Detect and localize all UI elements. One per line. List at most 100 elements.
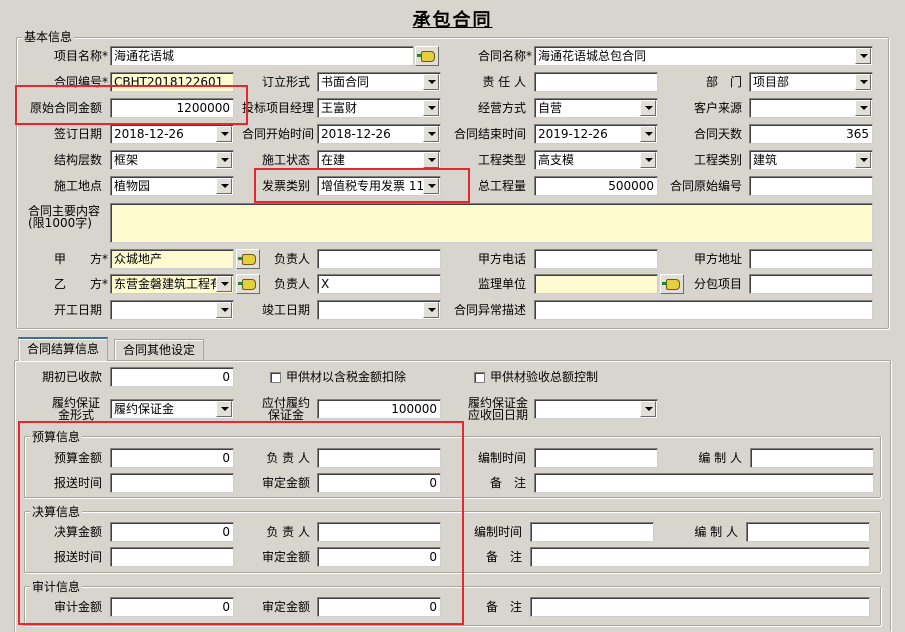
subcontract-label: 分包项目 — [693, 277, 742, 291]
guarantee-date-select[interactable] — [534, 399, 658, 419]
budget-note-field[interactable] — [534, 473, 874, 493]
chevron-down-icon[interactable] — [216, 178, 232, 194]
days-field[interactable]: 365 — [749, 124, 873, 144]
acceptance-control-label: 甲供材验收总额控制 — [490, 370, 599, 384]
chevron-down-icon[interactable] — [640, 126, 656, 142]
final-send-field[interactable] — [110, 547, 234, 567]
final-time-field[interactable] — [530, 522, 654, 542]
party-a-field[interactable]: 众城地产 — [110, 249, 234, 269]
project-type-value: 高支模 — [538, 153, 575, 167]
sign-date-select[interactable]: 2018-12-26 — [110, 124, 234, 144]
anomaly-label: 合同异常描述 — [453, 303, 526, 317]
chevron-down-icon[interactable] — [216, 126, 232, 142]
audit-note-field[interactable] — [530, 597, 870, 617]
audit-approved-field[interactable]: 0 — [317, 597, 441, 617]
customer-source-select[interactable] — [749, 98, 873, 118]
subcontract-field[interactable] — [749, 274, 873, 294]
chevron-down-icon[interactable] — [640, 100, 656, 116]
end-date-select[interactable]: 2019-12-26 — [534, 124, 658, 144]
main-content-textarea[interactable] — [110, 203, 873, 243]
guarantee-form-select[interactable]: 履约保证金 — [110, 399, 234, 419]
a-address-field[interactable] — [749, 249, 873, 269]
chevron-down-icon[interactable] — [423, 100, 439, 116]
budget-time-field[interactable] — [534, 448, 658, 468]
department-select[interactable]: 项目部 — [749, 72, 873, 92]
chevron-down-icon[interactable] — [423, 178, 439, 194]
chevron-down-icon[interactable] — [423, 74, 439, 90]
party-a-picker-button[interactable] — [236, 249, 260, 269]
structure-label: 结构层数 — [53, 153, 102, 167]
chevron-down-icon[interactable] — [423, 302, 439, 318]
construction-status-select[interactable]: 在建 — [317, 150, 441, 170]
chevron-down-icon[interactable] — [855, 152, 871, 168]
budget-resp-field[interactable] — [317, 448, 441, 468]
chevron-down-icon[interactable] — [216, 302, 232, 318]
audit-amount-field[interactable]: 0 — [110, 597, 234, 617]
budget-amount-field[interactable]: 0 — [110, 448, 234, 468]
final-editor-field[interactable] — [746, 522, 870, 542]
chevron-down-icon[interactable] — [855, 74, 871, 90]
project-name-field[interactable]: 海通花语城 — [110, 46, 414, 66]
budget-send-field[interactable] — [110, 473, 234, 493]
structure-select[interactable]: 框架 — [110, 150, 234, 170]
finish-date-select[interactable] — [317, 300, 441, 320]
final-amount-field[interactable]: 0 — [110, 522, 234, 542]
budget-editor-field[interactable] — [750, 448, 874, 468]
initial-received-field[interactable]: 0 — [110, 367, 234, 387]
contract-name-select[interactable]: 海通花语城总包合同 — [534, 46, 873, 66]
bid-manager-select[interactable]: 王富财 — [317, 98, 441, 118]
supervisor-label: 监理单位 — [477, 277, 526, 291]
party-b-select[interactable]: 东营金磐建筑工程有 — [110, 274, 234, 294]
responsible-field[interactable] — [534, 72, 658, 92]
invoice-type-select[interactable]: 增值税专用发票 11% — [317, 176, 441, 196]
orig-amount-field[interactable]: 1200000 — [110, 98, 234, 118]
party-b-picker-button[interactable] — [236, 274, 260, 294]
orig-no-field[interactable] — [749, 176, 873, 196]
a-responsible-field[interactable] — [317, 249, 441, 269]
final-approved-label: 审定金额 — [261, 550, 310, 564]
operation-mode-select[interactable]: 自营 — [534, 98, 658, 118]
open-date-select[interactable] — [110, 300, 234, 320]
chevron-down-icon[interactable] — [423, 126, 439, 142]
chevron-down-icon[interactable] — [423, 152, 439, 168]
project-type-select[interactable]: 高支模 — [534, 150, 658, 170]
chevron-down-icon[interactable] — [216, 401, 232, 417]
customer-source-label: 客户来源 — [693, 101, 742, 115]
supervisor-field[interactable] — [534, 274, 658, 294]
tax-deduct-checkbox[interactable] — [270, 372, 281, 383]
invoice-type-label: 发票类别 — [261, 179, 310, 193]
scrollbar[interactable] — [889, 0, 905, 20]
chevron-down-icon[interactable] — [855, 100, 871, 116]
anomaly-field[interactable] — [534, 300, 873, 320]
final-note-field[interactable] — [530, 547, 870, 567]
site-select[interactable]: 植物园 — [110, 176, 234, 196]
project-picker-button[interactable] — [415, 46, 439, 66]
chevron-down-icon[interactable] — [216, 276, 232, 292]
sign-form-select[interactable]: 书面合同 — [317, 72, 441, 92]
budget-send-label: 报送时间 — [53, 476, 102, 490]
chevron-down-icon[interactable] — [640, 401, 656, 417]
chevron-down-icon[interactable] — [640, 152, 656, 168]
tab-other-settings[interactable]: 合同其他设定 — [114, 339, 205, 361]
supervisor-picker-button[interactable] — [660, 274, 684, 294]
a-phone-field[interactable] — [534, 249, 658, 269]
a-phone-label: 甲方电话 — [477, 252, 526, 266]
tab-settlement[interactable]: 合同结算信息 — [18, 337, 109, 361]
department-value: 项目部 — [753, 75, 790, 89]
construction-status-label: 施工状态 — [261, 153, 310, 167]
guarantee-payable-field[interactable]: 100000 — [317, 399, 441, 419]
budget-approved-field[interactable]: 0 — [317, 473, 441, 493]
guarantee-date-label: 履约保证金 应收回日期 — [468, 396, 529, 422]
chevron-down-icon[interactable] — [216, 152, 232, 168]
chevron-down-icon[interactable] — [855, 48, 871, 64]
start-date-select[interactable]: 2018-12-26 — [317, 124, 441, 144]
budget-approved-label: 审定金额 — [261, 476, 310, 490]
b-responsible-field[interactable]: X — [317, 274, 441, 294]
invoice-type-value: 增值税专用发票 11% — [321, 179, 436, 193]
contract-no-field[interactable]: CBHT2018122601 — [110, 72, 234, 92]
final-approved-field[interactable]: 0 — [317, 547, 441, 567]
total-quantity-field[interactable]: 500000 — [534, 176, 658, 196]
project-category-select[interactable]: 建筑 — [749, 150, 873, 170]
acceptance-control-checkbox[interactable] — [474, 372, 485, 383]
final-resp-field[interactable] — [317, 522, 441, 542]
